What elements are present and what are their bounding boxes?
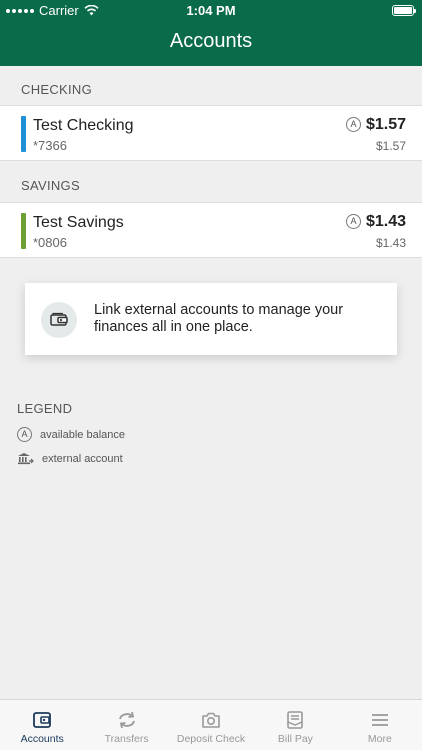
legend-item-available-balance: A available balance [17,427,125,442]
legend-item-external-account: external account [17,452,123,466]
account-color-bar [21,213,26,249]
battery-icon [392,5,416,16]
tab-bar: Accounts Transfers Deposit Check Bill Pa… [0,699,422,750]
wallet-icon [33,712,52,728]
tab-bill-pay[interactable]: Bill Pay [253,700,337,750]
menu-icon [371,714,388,726]
tab-label: Transfers [104,733,149,745]
tab-more[interactable]: More [338,700,422,750]
account-name: Test Checking [33,117,134,134]
tab-label: More [367,733,392,745]
page-title: Accounts [169,30,253,52]
tab-transfers[interactable]: Transfers [84,700,168,750]
camera-icon [202,712,220,728]
available-balance-icon: A [17,427,32,442]
status-time: 1:04 PM [186,3,236,18]
account-number: *0806 [33,235,67,250]
tab-accounts[interactable]: Accounts [0,700,84,750]
available-balance-icon: A [346,117,361,132]
legend-label: external account [42,453,123,465]
account-balance: $1.57 [365,116,406,133]
wallet-icon [50,312,68,326]
tab-label: Bill Pay [277,733,313,745]
tab-deposit-check[interactable]: Deposit Check [169,700,253,750]
bank-icon [18,453,34,465]
transfer-icon [118,711,135,729]
legend-title: LEGEND [17,401,73,416]
link-external-accounts-card[interactable]: Link external accounts to manage your fi… [25,283,397,355]
available-balance-icon: A [346,214,361,229]
bill-icon [287,711,304,729]
account-balance: $1.43 [365,213,406,230]
link-icon-circle [41,302,77,338]
account-sub-balance: $1.43 [375,236,406,250]
legend-label: available balance [40,428,126,441]
link-accounts-message: Link external accounts to manage your fi… [94,302,344,335]
account-row-savings[interactable]: Test Savings *0806 A $1.43 $1.43 [0,202,422,258]
account-sub-balance: $1.57 [375,139,406,153]
status-bar: Carrier 1:04 PM [0,0,422,22]
savings-section-label: SAVINGS [21,178,80,193]
tab-label: Deposit Check [176,733,246,745]
app-header: Carrier 1:04 PM Accounts [0,0,422,66]
tab-label: Accounts [20,733,64,745]
account-row-checking[interactable]: Test Checking *7366 A $1.57 $1.57 [0,105,422,161]
account-name: Test Savings [33,214,124,231]
account-color-bar [21,116,26,152]
account-number: *7366 [33,138,67,153]
checking-section-label: CHECKING [21,82,93,97]
